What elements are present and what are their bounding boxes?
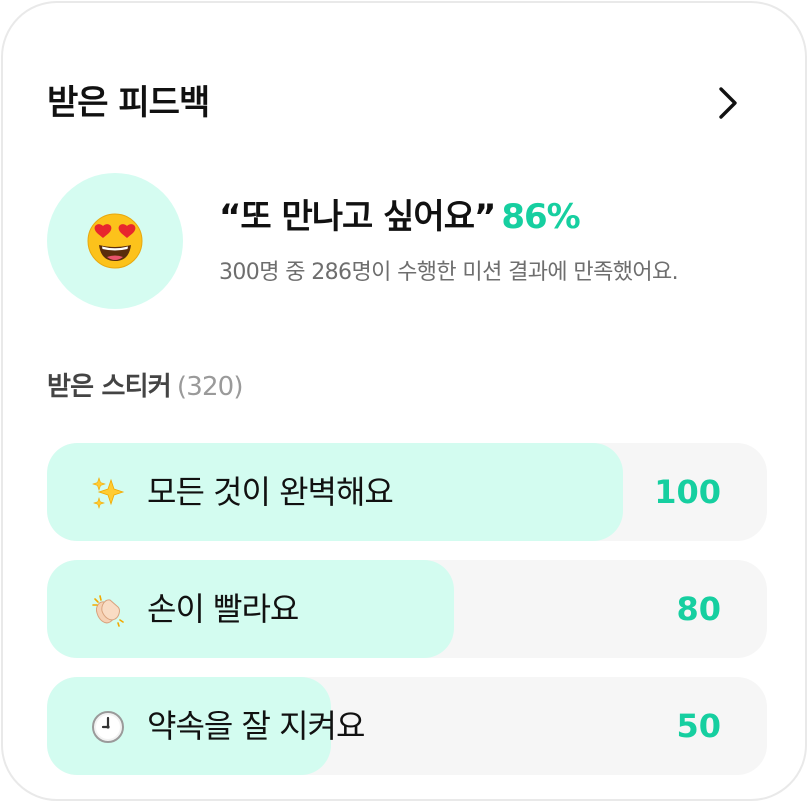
header-title: 받은 피드백 bbox=[47, 83, 210, 123]
sticker-row-fast-hands[interactable]: 손이 빨라요 80 bbox=[47, 560, 767, 658]
clock-icon bbox=[91, 710, 125, 744]
quote-text: “또 만나고 싶어요” bbox=[219, 197, 496, 237]
satisfaction-headline: “또 만나고 싶어요” 86% bbox=[219, 195, 581, 239]
feedback-header[interactable]: 받은 피드백 bbox=[47, 79, 761, 127]
sticker-label: 약속을 잘 지켜요 bbox=[147, 707, 365, 745]
sticker-list: 모든 것이 완벽해요 100 손이 빨라요 80 약속을 잘 지켜요 50 bbox=[47, 443, 767, 794]
emoji-circle bbox=[47, 173, 183, 309]
sticker-count: 80 bbox=[676, 590, 721, 628]
sparkles-icon bbox=[91, 476, 125, 510]
satisfaction-percent: 86% bbox=[501, 197, 580, 237]
sticker-count: 100 bbox=[654, 473, 721, 511]
sticker-row-perfect[interactable]: 모든 것이 완벽해요 100 bbox=[47, 443, 767, 541]
satisfaction-summary: “또 만나고 싶어요” 86% 300명 중 286명이 수행한 미션 결과에 만… bbox=[47, 173, 775, 309]
stickers-section-title: 받은 스티커 (320) bbox=[47, 367, 244, 407]
satisfaction-description: 300명 중 286명이 수행한 미션 결과에 만족했어요. bbox=[219, 260, 679, 285]
stickers-title: 받은 스티커 bbox=[47, 372, 172, 402]
sticker-label: 모든 것이 완벽해요 bbox=[147, 473, 394, 511]
sticker-count: 50 bbox=[676, 707, 721, 745]
clapping-hands-icon bbox=[91, 593, 125, 627]
feedback-card: 받은 피드백 “또 만나고 싶어요” 86% 300명 중 286명이 수행한 미… bbox=[1, 1, 807, 801]
sticker-row-punctual[interactable]: 약속을 잘 지켜요 50 bbox=[47, 677, 767, 775]
heart-eyes-face-icon bbox=[87, 213, 143, 269]
sticker-label: 손이 빨라요 bbox=[147, 590, 299, 628]
stickers-total-count: (320) bbox=[176, 372, 244, 402]
chevron-right-icon[interactable] bbox=[707, 83, 747, 123]
